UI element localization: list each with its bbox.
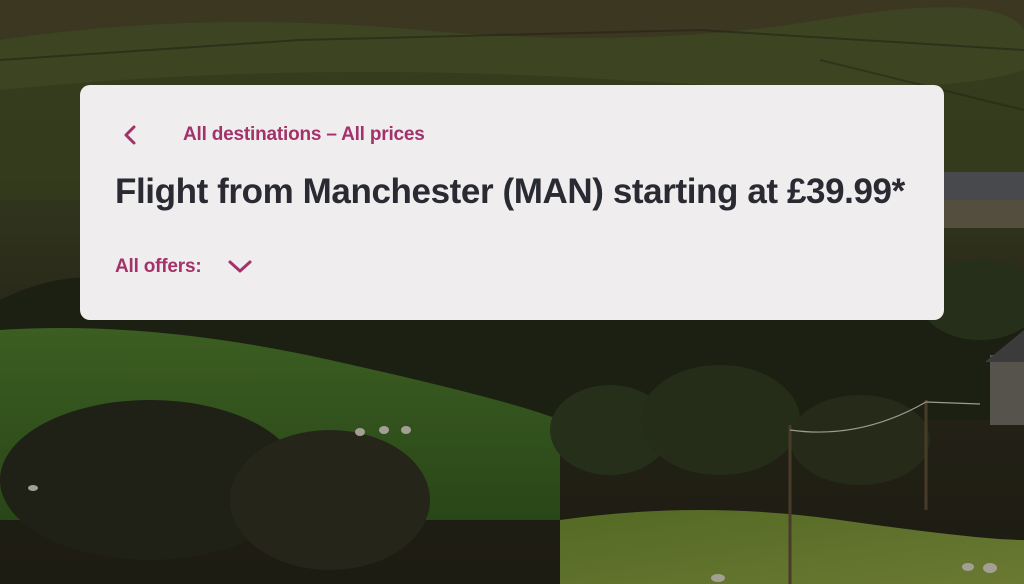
all-offers-label[interactable]: All offers: (115, 253, 202, 281)
back-link-label[interactable]: All destinations – All prices (183, 121, 425, 149)
chevron-left-icon[interactable] (120, 121, 144, 149)
chevron-down-icon[interactable] (227, 253, 253, 281)
page-title: Flight from Manchester (MAN) starting at… (115, 172, 905, 211)
back-to-destinations-link[interactable]: All destinations – All prices (120, 121, 425, 149)
destination-info-card: All destinations – All prices Flight fro… (80, 85, 944, 320)
all-offers-dropdown[interactable]: All offers: (115, 253, 253, 281)
hero-banner: All destinations – All prices Flight fro… (0, 0, 1024, 584)
